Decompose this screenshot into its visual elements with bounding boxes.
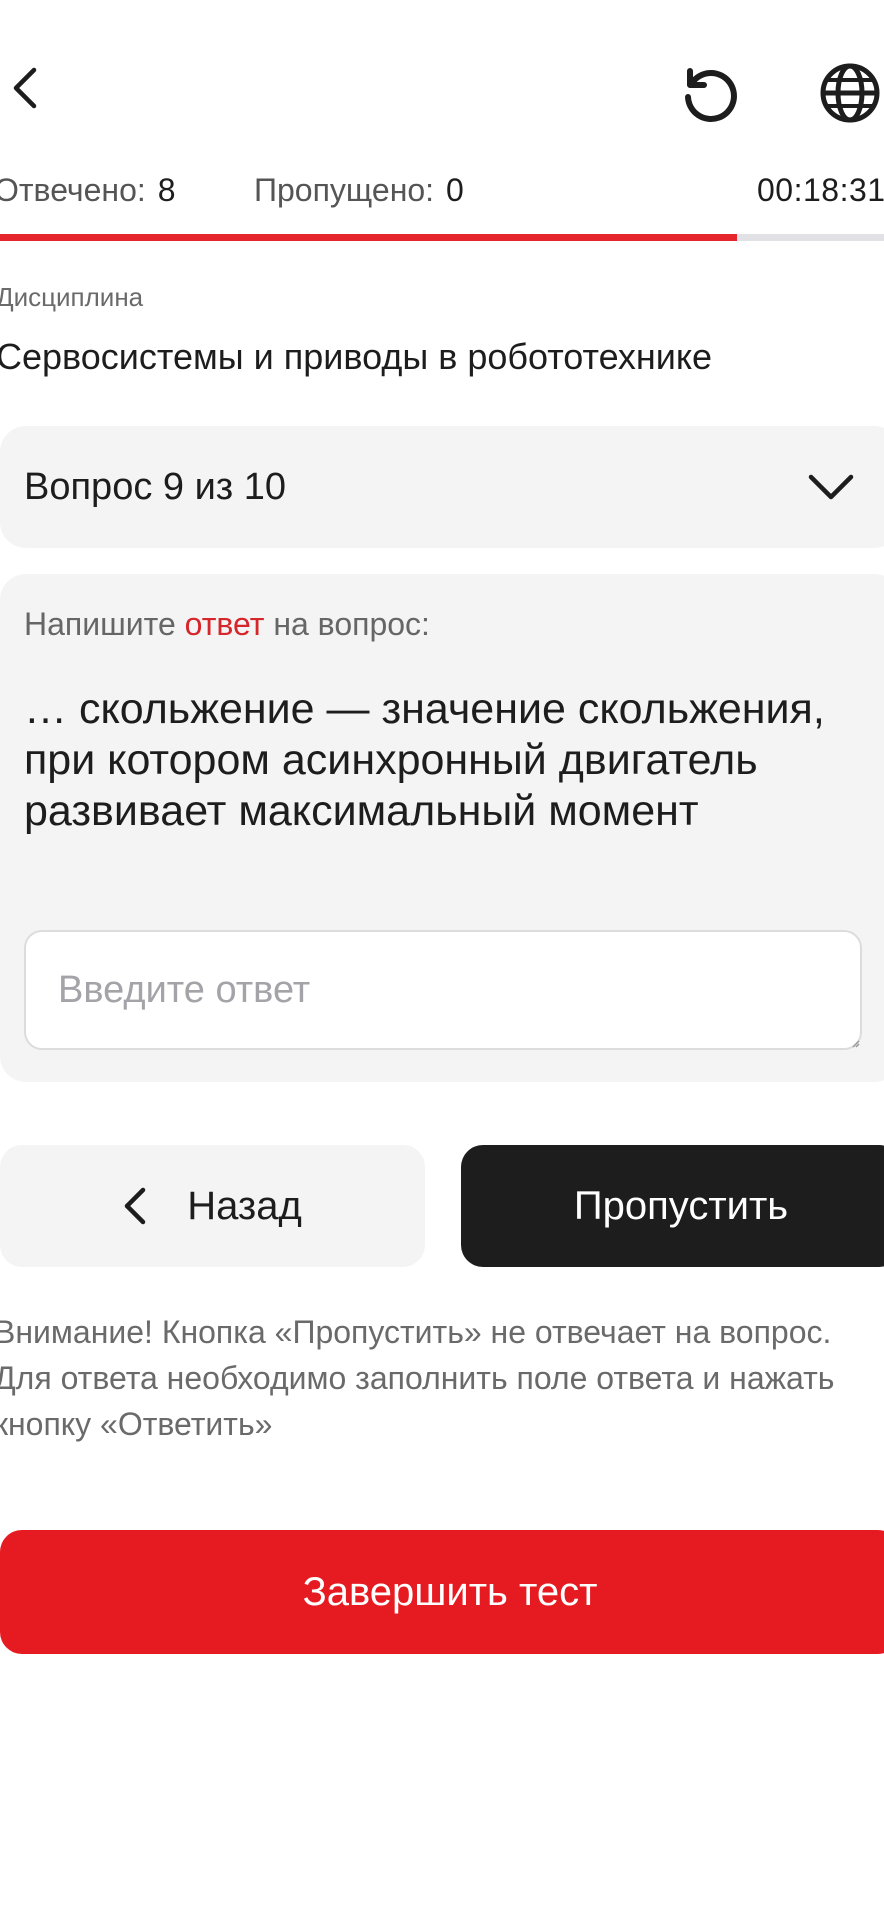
language-button[interactable] [815, 58, 884, 128]
reset-icon [685, 68, 737, 122]
skip-button-label: Пропустить [573, 1183, 789, 1228]
prompt-accent: ответ [184, 606, 265, 642]
answer-input[interactable] [24, 930, 862, 1050]
back-nav-button[interactable] [0, 58, 50, 118]
back-button[interactable]: Назад [0, 1145, 425, 1267]
prompt-prefix: Напишите [24, 606, 185, 642]
reset-button[interactable] [670, 60, 750, 130]
finish-button-label: Завершить тест [302, 1569, 598, 1614]
answered-label: Отвечено: [0, 172, 146, 208]
skip-warning: Внимание! Кнопка «Пропустить» не отвечае… [0, 1314, 835, 1442]
test-screen: Отвечено: 8 Пропущено: 0 00:18:31 Дисципли… [0, 0, 884, 1920]
question-selector[interactable]: Вопрос 9 из 10 [0, 426, 884, 548]
answered-count: 8 [157, 172, 176, 208]
skipped-count: 0 [446, 172, 464, 208]
progress-fill [0, 234, 738, 241]
question-prompt: Напишите ответ на вопрос: [24, 606, 430, 643]
resize-handle-icon[interactable] [852, 1040, 860, 1048]
question-text: … скольжение — значение скольжения, при … [24, 685, 825, 835]
globe-icon [820, 63, 879, 123]
question-selector-label: Вопрос 9 из 10 [24, 466, 287, 508]
progress-bar [0, 234, 884, 241]
finish-test-button[interactable]: Завершить тест [0, 1530, 884, 1654]
discipline-name: Сервосистемы и приводы в робототехнике [0, 336, 713, 377]
discipline-label: Дисциплина [0, 282, 144, 312]
timer: 00:18:31 [757, 172, 884, 208]
answered-stat: Отвечено: 8 [0, 172, 176, 209]
stats-row: Отвечено: 8 Пропущено: 0 00:18:31 [0, 172, 884, 216]
back-button-label: Назад [187, 1183, 302, 1228]
skip-button[interactable]: Пропустить [461, 1145, 884, 1267]
question-card: Напишите ответ на вопрос: … скольжение —… [0, 574, 884, 1082]
chevron-down-icon [808, 474, 854, 500]
skipped-stat: Пропущено: 0 [254, 172, 464, 209]
prompt-suffix: на вопрос: [264, 606, 430, 642]
chevron-left-icon [13, 67, 37, 109]
skipped-label: Пропущено: [254, 172, 435, 208]
chevron-left-icon [123, 1186, 147, 1226]
top-bar [0, 0, 884, 170]
